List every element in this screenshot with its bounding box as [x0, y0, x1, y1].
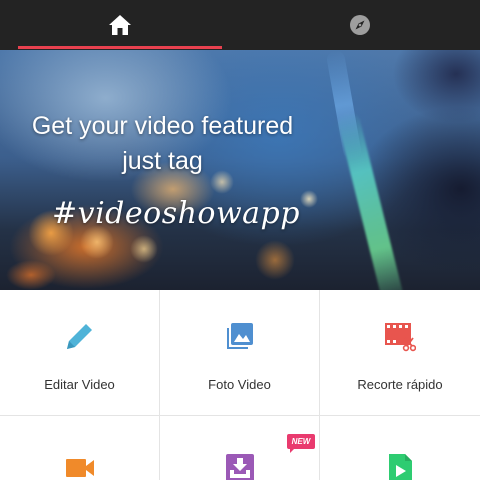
banner-bokeh — [300, 190, 318, 208]
top-tab-bar — [0, 0, 480, 50]
tool-label: Recorte rápido — [357, 377, 443, 392]
home-icon — [109, 15, 131, 35]
video-camera-icon — [66, 459, 94, 477]
tool-label: Editar Video — [44, 377, 115, 392]
tool-editar-video[interactable]: Editar Video — [0, 290, 160, 416]
tab-indicator — [18, 46, 222, 49]
tool-label: Foto Video — [208, 377, 271, 392]
banner-bokeh — [6, 260, 56, 290]
tool-play-file[interactable] — [320, 416, 480, 480]
banner-light-streak — [336, 110, 406, 290]
new-badge: NEW — [287, 434, 315, 453]
tool-download[interactable]: NEW — [160, 416, 320, 480]
banner-headline: Get your video featured — [31, 112, 294, 140]
tool-foto-video[interactable]: Foto Video — [160, 290, 320, 416]
photo-icon — [227, 323, 253, 349]
banner-subline: just tag — [122, 147, 203, 175]
banner-bokeh — [255, 240, 295, 280]
play-file-icon — [389, 454, 412, 480]
download-tray-icon — [226, 454, 254, 480]
tool-recorte-rapido[interactable]: Recorte rápido — [320, 290, 480, 416]
promo-banner[interactable]: Get your video featured just tag #videos… — [0, 50, 480, 290]
tool-record-video[interactable] — [0, 416, 160, 480]
film-scissors-icon — [385, 323, 416, 352]
pencil-icon — [67, 324, 92, 349]
tab-home[interactable] — [18, 0, 222, 50]
tool-grid: Editar Video Foto Video Recorte rápido N… — [0, 290, 480, 480]
banner-hashtag: #videoshowapp — [52, 196, 300, 231]
tab-explore[interactable] — [258, 0, 462, 50]
banner-bokeh — [130, 235, 158, 263]
compass-icon — [350, 15, 370, 35]
